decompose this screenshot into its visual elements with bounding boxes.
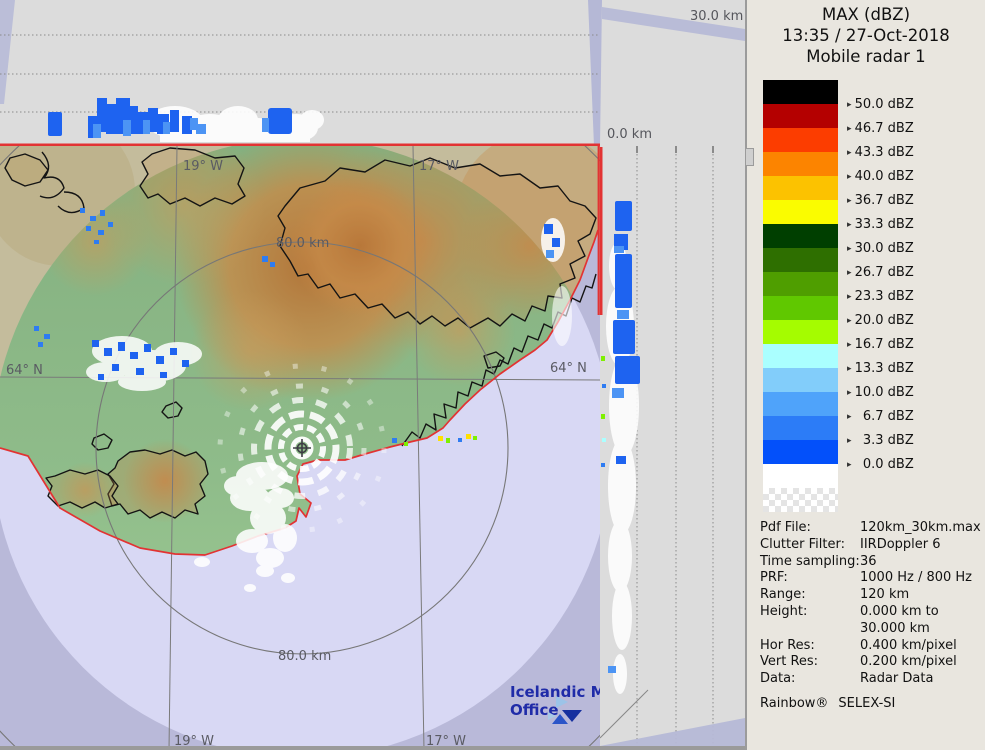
lat-label-left: 64° N [6, 363, 43, 378]
product-metadata: Pdf File: 120km_30km.max Clutter Filter:… [760, 520, 981, 713]
metadata-row: Clutter Filter: IIRDoppler 6 [760, 537, 980, 554]
colorbar-threshold-label: ▸ 10.0 dBZ [847, 385, 914, 400]
colorbar-threshold-label: ▸ 26.7 dBZ [847, 265, 914, 280]
colorbar-threshold-label: ▸ 6.7 dBZ [847, 409, 914, 424]
metadata-row: Range: 120 km [760, 587, 980, 604]
colorbar-threshold-label: ▸ 33.3 dBZ [847, 217, 914, 232]
colorbar-band: ▸ 26.7 dBZ [763, 248, 914, 280]
colorbar-threshold-label: ▸ 16.7 dBZ [847, 337, 914, 352]
radar-map: 80.0 km 80.0 km 64° N 64° N 19° W 19° W … [0, 146, 600, 750]
metadata-row: Vert Res: 0.200 km/pixel [760, 654, 980, 671]
colorbar-band: ▸ 20.0 dBZ [763, 296, 914, 328]
radar-name: Mobile radar 1 [806, 47, 926, 66]
metadata-label [760, 621, 860, 638]
colorbar-band: ▸ 40.0 dBZ [763, 152, 914, 184]
metadata-label: Clutter Filter: [760, 536, 845, 552]
colorbar-threshold-label: ▸ 50.0 dBZ [847, 97, 914, 112]
colorbar-threshold-label: ▸ 23.3 dBZ [847, 289, 914, 304]
metadata-value: 120 km [860, 587, 910, 603]
colorbar-band: ▸ 46.7 dBZ [763, 104, 914, 136]
colorbar-threshold-label: ▸ 0.0 dBZ [847, 457, 914, 472]
lon17-label-top: 17° W [419, 159, 459, 174]
metadata-value: 1000 Hz / 800 Hz [860, 570, 973, 586]
colorbar-band-transparent [763, 488, 838, 512]
colorbar-threshold-label: ▸ 20.0 dBZ [847, 313, 914, 328]
ring-label-top: 80.0 km [276, 236, 329, 251]
metadata-row: Time sampling: 36 [760, 554, 980, 571]
lat-label-right: 64° N [550, 361, 587, 376]
metadata-label: Hor Res: [760, 637, 815, 653]
metadata-label: Pdf File: [760, 520, 811, 535]
colorbar-band: ▸ 30.0 dBZ [763, 224, 914, 256]
metadata-row: Data: Radar Data [760, 671, 980, 688]
top-height-strip: 30.0 km 0.0 km [0, 0, 745, 146]
brand-selex: SELEX-SI [838, 695, 896, 711]
metadata-label: Range: [760, 587, 806, 603]
colorbar-band: ▸ 36.7 dBZ [763, 176, 914, 208]
brand-rainbow: Rainbow® [760, 695, 829, 711]
metadata-label: Height: [760, 603, 808, 619]
metadata-value: Radar Data [860, 671, 934, 687]
colorbar-band: ▸ 10.0 dBZ [763, 368, 914, 400]
colorbar-threshold-label: ▸ 3.3 dBZ [847, 433, 914, 448]
metadata-value: IIRDoppler 6 [860, 536, 941, 552]
panel-resize-notch[interactable] [745, 148, 754, 166]
metadata-row: 30.000 km [760, 621, 980, 638]
bottom-margin-bar [0, 746, 745, 750]
radar-application-window: 30.0 km 0.0 km 80.0 km 80.0 km 64° N 64°… [0, 0, 985, 750]
metadata-label: Data: [760, 671, 796, 687]
colorbar-band: ▸ 50.0 dBZ [763, 80, 914, 112]
colorbar-threshold-label: ▸ 46.7 dBZ [847, 121, 914, 136]
colorbar-band: ▸ 16.7 dBZ [763, 320, 914, 352]
metadata-label: Time sampling: [760, 553, 860, 569]
imo-logo-text-line1: Icelandic Met [510, 683, 600, 701]
metadata-label: PRF: [760, 570, 788, 586]
metadata-row: PRF: 1000 Hz / 800 Hz [760, 570, 980, 587]
product-title: MAX (dBZ) [821, 5, 911, 24]
panel-header: MAX (dBZ) 13:35 / 27-Oct-2018 Mobile rad… [747, 4, 985, 67]
ring-label-bottom: 80.0 km [278, 649, 331, 664]
colorbar-band: ▸ 43.3 dBZ [763, 128, 914, 160]
colorbar-threshold-label: ▸ 43.3 dBZ [847, 145, 914, 160]
metadata-value: 30.000 km [860, 620, 930, 636]
colorbar-threshold-label: ▸ 13.3 dBZ [847, 361, 914, 376]
dbz-colorbar: ▸ 50.0 dBZ ▸ 46.7 dBZ ▸ 43.3 dBZ ▸ 40.0 dBZ … [763, 80, 963, 512]
height-axis-max-label: 30.0 km [690, 9, 743, 24]
colorbar-band: ▸ 13.3 dBZ [763, 344, 914, 376]
colorbar-band: ▸ 33.3 dBZ [763, 200, 914, 232]
metadata-label: Vert Res: [760, 654, 819, 670]
metadata-row: Pdf File: 120km_30km.max [760, 520, 981, 537]
colorbar-threshold-label: ▸ 30.0 dBZ [847, 241, 914, 256]
metadata-value: 0.400 km/pixel [860, 637, 957, 653]
product-datetime: 13:35 / 27-Oct-2018 [782, 26, 950, 45]
metadata-value: 0.200 km/pixel [860, 654, 957, 670]
software-brand: Rainbow® SELEX-SI [760, 696, 980, 713]
colorbar-band: ▸ 3.3 dBZ [763, 416, 914, 448]
legend-panel: MAX (dBZ) 13:35 / 27-Oct-2018 Mobile rad… [745, 0, 985, 750]
colorbar-band: ▸ 6.7 dBZ [763, 392, 914, 424]
colorbar-band-below-zero [763, 464, 838, 488]
lon19-label-top: 19° W [183, 159, 223, 174]
metadata-value: 120km_30km.max [860, 520, 981, 535]
metadata-value: 0.000 km to [860, 603, 939, 619]
right-height-strip [600, 146, 745, 750]
metadata-row: Height: 0.000 km to [760, 604, 980, 621]
metadata-value: 36 [860, 553, 877, 569]
data-area-border-right [600, 147, 603, 315]
colorbar-band: ▸ 23.3 dBZ [763, 272, 914, 304]
metadata-row: Hor Res: 0.400 km/pixel [760, 638, 980, 655]
colorbar-band: ▸ 0.0 dBZ [763, 440, 914, 472]
colorbar-threshold-label: ▸ 40.0 dBZ [847, 169, 914, 184]
height-axis-zero-label: 0.0 km [607, 127, 652, 142]
colorbar-threshold-label: ▸ 36.7 dBZ [847, 193, 914, 208]
